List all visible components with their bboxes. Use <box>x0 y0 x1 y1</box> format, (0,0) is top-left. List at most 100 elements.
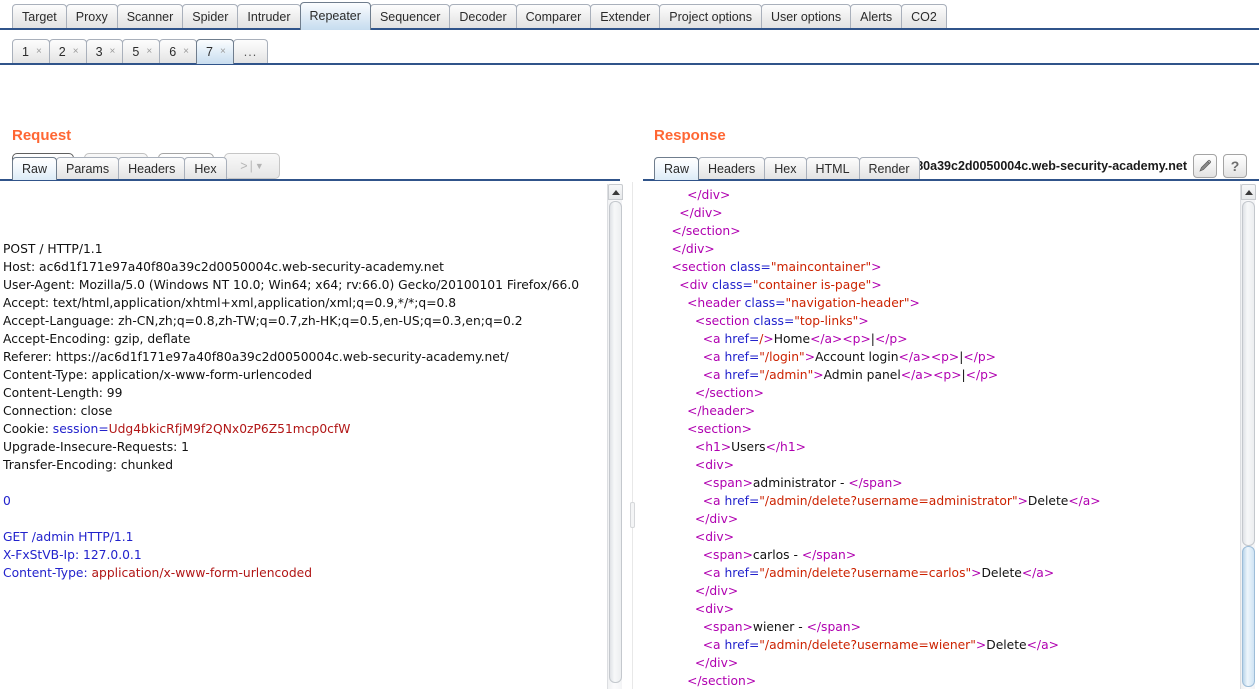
splitter-grip[interactable] <box>630 502 635 528</box>
main-tab-user-options[interactable]: User options <box>760 4 852 30</box>
repeater-tab-5[interactable]: 5 × <box>122 39 161 64</box>
editor-line: Content-Length: 99 <box>3 384 607 402</box>
request-scrollbar[interactable] <box>607 184 623 689</box>
editor-text-run: href= <box>724 494 760 508</box>
response-scrollbar[interactable] <box>1240 184 1256 689</box>
editor-text-run <box>648 458 695 472</box>
editor-line: POST / HTTP/1.1 <box>3 240 607 258</box>
repeater-tab-overflow[interactable]: ... <box>232 39 269 64</box>
editor-line: <a href=/>Home</a><p>|</p> <box>648 330 1236 348</box>
editor-text-run: <section <box>694 314 754 328</box>
response-scroll-thumb[interactable] <box>1242 546 1255 687</box>
editor-line: Upgrade-Insecure-Requests: 1 <box>3 438 607 456</box>
response-tab-raw[interactable]: Raw <box>654 157 700 180</box>
request-tab-headers[interactable]: Headers <box>118 157 186 180</box>
editor-text-run: </p> <box>965 368 999 382</box>
editor-text-run: "navigation-header" <box>785 296 910 310</box>
editor-line: <div> <box>648 456 1236 474</box>
main-tab-extender[interactable]: Extender <box>590 4 661 30</box>
editor-text-run: wiener - <box>752 620 807 634</box>
main-tab-proxy[interactable]: Proxy <box>65 4 118 30</box>
main-tab-co2[interactable]: CO2 <box>901 4 947 30</box>
editor-text-run: <header <box>687 296 745 310</box>
editor-text-run <box>648 404 687 418</box>
chevron-down-icon[interactable]: ▼ <box>255 161 264 171</box>
main-tab-label: Comparer <box>525 10 582 24</box>
main-tab-decoder[interactable]: Decoder <box>449 4 517 30</box>
button-separator: | <box>249 159 253 173</box>
close-icon[interactable]: × <box>110 47 116 57</box>
editor-line: </section> <box>648 672 1236 689</box>
response-tab-headers[interactable]: Headers <box>698 157 766 180</box>
request-tab-raw[interactable]: Raw <box>12 157 58 180</box>
main-tab-comparer[interactable]: Comparer <box>515 4 592 30</box>
editor-line: Host: ac6d1f171e97a40f80a39c2d0050004c.w… <box>3 258 607 276</box>
help-button[interactable]: ? <box>1223 154 1247 178</box>
editor-text-run: Account login <box>815 350 899 364</box>
response-scroll-track-upper[interactable] <box>1242 201 1255 546</box>
editor-text-run: Admin panel <box>823 368 901 382</box>
close-icon[interactable]: × <box>73 47 79 57</box>
request-editor[interactable]: POST / HTTP/1.1 Host: ac6d1f171e97a40f80a… <box>0 182 607 689</box>
editor-text-run: <a <box>702 638 725 652</box>
main-tab-spider[interactable]: Spider <box>182 4 239 30</box>
main-tab-intruder[interactable]: Intruder <box>237 4 301 30</box>
editor-line: <div class="container is-page"> <box>648 276 1236 294</box>
editor-text-run: POST / HTTP/1.1 <box>3 242 103 256</box>
editor-text-run: </section> <box>671 224 741 238</box>
main-tab-target[interactable]: Target <box>12 4 67 30</box>
main-tab-sequencer[interactable]: Sequencer <box>369 4 451 30</box>
editor-text-run: <a <box>702 368 725 382</box>
request-tab-params[interactable]: Params <box>56 157 120 180</box>
editor-text-run: Content-Type: <box>3 566 92 580</box>
close-icon[interactable]: × <box>220 47 226 57</box>
main-tab-scanner[interactable]: Scanner <box>116 4 184 30</box>
pane-splitter[interactable] <box>624 182 642 689</box>
response-tab-html[interactable]: HTML <box>805 157 860 180</box>
editor-text-run: <span> <box>702 548 753 562</box>
editor-text-run: Transfer-Encoding: chunked <box>3 458 174 472</box>
editor-text-run <box>648 260 671 274</box>
editor-line: <span>wiener - </span> <box>648 618 1236 636</box>
repeater-tab-3[interactable]: 3 × <box>85 39 124 64</box>
editor-text-run: GET /admin HTTP/1.1 <box>3 530 134 544</box>
tab-label: Render <box>868 162 910 176</box>
editor-text-run <box>648 332 703 346</box>
editor-text-run: <a <box>702 350 725 364</box>
editor-text-run: 0 <box>3 494 11 508</box>
response-tab-render[interactable]: Render <box>858 157 920 180</box>
main-tab-alerts[interactable]: Alerts <box>850 4 903 30</box>
editor-line: Cookie: session=Udg4bkicRfjM9f2QNx0zP6Z5… <box>3 420 607 438</box>
forward-button[interactable]: > | ▼ <box>224 153 280 179</box>
repeater-tab-2[interactable]: 2 × <box>48 39 87 64</box>
main-tab-label: CO2 <box>911 10 937 24</box>
main-tab-label: Spider <box>192 10 229 24</box>
repeater-tab-7[interactable]: 7 × <box>195 39 234 64</box>
main-tab-label: User options <box>770 10 842 24</box>
request-tab-hex[interactable]: Hex <box>184 157 227 180</box>
response-tab-hex[interactable]: Hex <box>764 157 807 180</box>
repeater-tab-1[interactable]: 1 × <box>12 39 50 64</box>
editor-line: </div> <box>648 510 1236 528</box>
editor-text-run: > <box>975 638 987 652</box>
request-scroll-thumb[interactable] <box>609 201 622 683</box>
tab-label: Raw <box>22 162 48 176</box>
edit-target-button[interactable] <box>1193 154 1217 178</box>
main-tab-project-options[interactable]: Project options <box>659 4 762 30</box>
scroll-up-icon[interactable] <box>608 184 623 200</box>
editor-text-run: Delete <box>981 566 1022 580</box>
repeater-tab-6[interactable]: 6 × <box>159 39 197 64</box>
editor-line: 0 <box>3 492 607 510</box>
close-icon[interactable]: × <box>146 47 152 57</box>
tab-label: Params <box>66 162 110 176</box>
repeater-tab-label: 6 <box>169 45 177 59</box>
main-tab-repeater[interactable]: Repeater <box>299 2 371 30</box>
main-tab-label: Repeater <box>309 9 361 23</box>
close-icon[interactable]: × <box>36 47 42 57</box>
response-editor[interactable]: </div> </div> </section> </div> <section… <box>645 182 1236 689</box>
request-pane-title: Request <box>12 127 72 144</box>
scroll-up-icon[interactable] <box>1241 184 1256 200</box>
editor-line: </div> <box>648 204 1236 222</box>
close-icon[interactable]: × <box>183 47 189 57</box>
